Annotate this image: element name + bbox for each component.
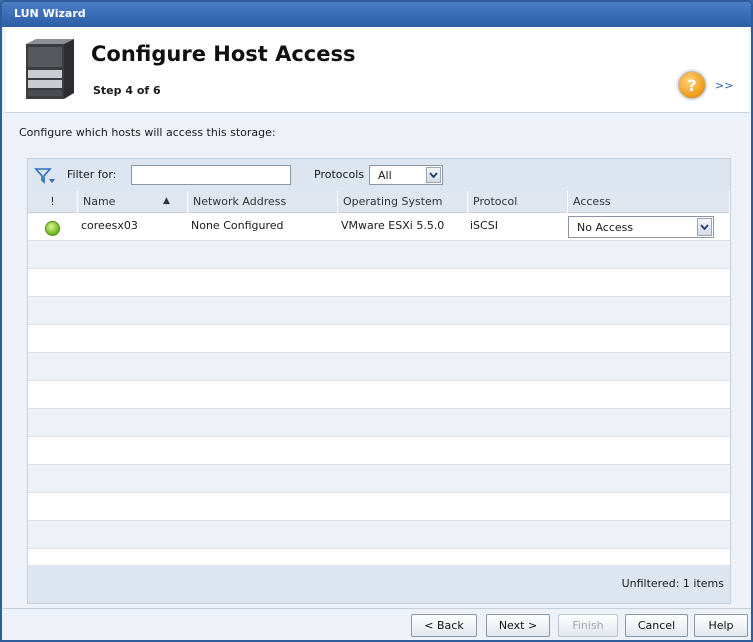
empty-row: [28, 493, 730, 521]
host-network-address: None Configured: [191, 219, 284, 232]
protocols-select[interactable]: All: [369, 165, 443, 185]
hosts-table: ! Name ▲ Network Address Operating Syste…: [28, 191, 730, 549]
back-button[interactable]: < Back: [411, 614, 477, 637]
window-title: LUN Wizard: [2, 2, 751, 27]
empty-row: [28, 521, 730, 549]
sort-ascending-icon: ▲: [163, 196, 170, 206]
step-indicator: Step 4 of 6: [93, 84, 161, 97]
lun-wizard-window: LUN Wizard Configure Host Access Step 4 …: [0, 0, 753, 642]
item-count: Unfiltered: 1 items: [621, 577, 724, 590]
empty-row: [28, 297, 730, 325]
wizard-button-bar: < Back Next > Finish Cancel Help: [2, 608, 751, 640]
protocols-selected-value: All: [378, 169, 392, 182]
table-header: ! Name ▲ Network Address Operating Syste…: [28, 191, 730, 213]
column-network-address[interactable]: Network Address: [188, 191, 338, 213]
empty-row: [28, 269, 730, 297]
column-status[interactable]: !: [28, 191, 78, 213]
next-button[interactable]: Next >: [486, 614, 550, 637]
help-button[interactable]: Help: [694, 614, 748, 637]
chevron-down-icon[interactable]: [426, 167, 441, 183]
ok-status-icon: [45, 221, 60, 236]
help-icon[interactable]: ?: [678, 71, 706, 99]
instructions-text: Configure which hosts will access this s…: [19, 126, 276, 139]
wizard-header: Configure Host Access Step 4 of 6 ? >>: [5, 27, 749, 113]
server-icon: [26, 39, 74, 99]
empty-row: [28, 409, 730, 437]
host-os: VMware ESXi 5.5.0: [341, 219, 445, 232]
cancel-button[interactable]: Cancel: [625, 614, 688, 637]
filter-input[interactable]: [131, 165, 291, 185]
access-selected-value: No Access: [577, 221, 634, 234]
filter-label: Filter for:: [67, 168, 117, 181]
page-title: Configure Host Access: [91, 42, 356, 66]
empty-row: [28, 437, 730, 465]
chevron-down-icon[interactable]: [697, 218, 712, 236]
column-name[interactable]: Name ▲: [78, 191, 188, 213]
column-name-label: Name: [83, 195, 116, 208]
empty-row: [28, 465, 730, 493]
filter-toolbar: Filter for: Protocols All: [28, 159, 730, 191]
host-name: coreesx03: [81, 219, 138, 232]
filter-icon[interactable]: [34, 167, 56, 185]
empty-row: [28, 353, 730, 381]
empty-row: [28, 381, 730, 409]
table-row[interactable]: coreesx03 None Configured VMware ESXi 5.…: [28, 213, 730, 241]
hosts-panel: Filter for: Protocols All ! Name ▲ Netwo…: [27, 158, 731, 604]
empty-row: [28, 241, 730, 269]
column-operating-system[interactable]: Operating System: [338, 191, 468, 213]
table-footer: Unfiltered: 1 items: [28, 565, 730, 603]
empty-row: [28, 325, 730, 353]
column-access[interactable]: Access: [568, 191, 730, 213]
expand-link[interactable]: >>: [715, 79, 733, 92]
host-protocol: iSCSI: [470, 219, 498, 232]
access-select[interactable]: No Access: [568, 216, 714, 238]
column-protocol[interactable]: Protocol: [468, 191, 568, 213]
finish-button[interactable]: Finish: [558, 614, 618, 637]
protocols-label: Protocols: [314, 168, 365, 181]
